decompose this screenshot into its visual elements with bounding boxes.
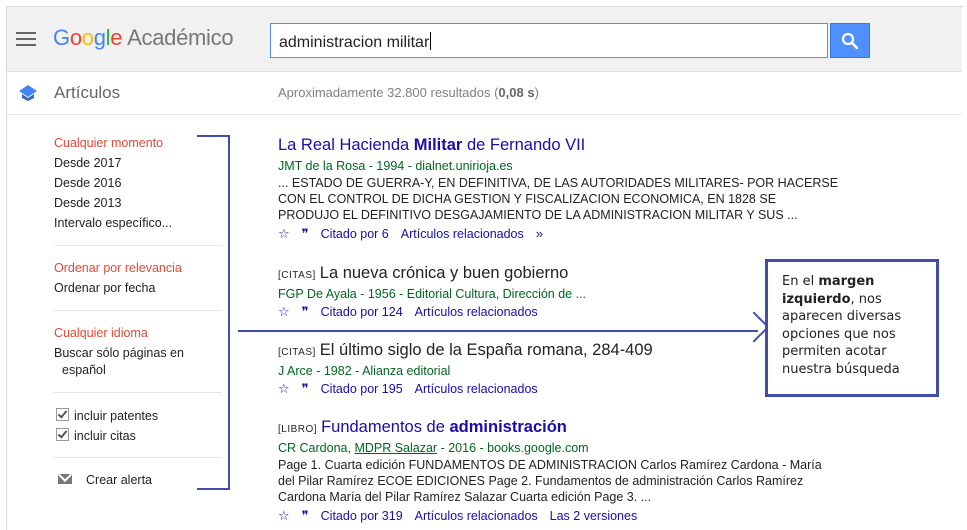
result-snippet: Page 1. Cuarta edición FUNDAMENTOS DE AD… (278, 457, 878, 505)
star-icon[interactable]: ☆ (278, 226, 290, 242)
related-articles-link[interactable]: Artículos relacionados (415, 305, 538, 319)
logo-letter: o (69, 25, 82, 50)
snippet-line: ... ESTADO DE GUERRA-Y, EN DEFINITIVA, D… (278, 175, 878, 191)
meta-author: CR Cardona, (278, 441, 355, 455)
create-alert-label: Crear alerta (86, 473, 152, 487)
snippet-text: del Pilar Ramírez ECOE EDICIONES Page 2.… (278, 474, 804, 488)
snippet-text: PRODUJO EL DEFINITIVO DESGAJAMIENTO DE L… (278, 208, 798, 222)
results-count-suffix: ) (534, 85, 539, 100)
result-item: La Real Hacienda Militar de Fernando VII… (278, 136, 878, 242)
quote-icon[interactable]: ❞ (302, 508, 309, 524)
result-actions: ☆ ❞ Citado por 6 Artículos relacionados » (278, 226, 878, 242)
result-title[interactable]: La Real Hacienda Militar de Fernando VII (278, 136, 878, 155)
logo-letter: e (110, 25, 123, 50)
filter-since-2013[interactable]: Desde 2013 (54, 196, 121, 210)
header: Google Académico administracion militar (7, 7, 962, 72)
create-alert-link[interactable]: Crear alerta (54, 473, 152, 487)
snippet-text: ... ESTADO DE GUERRA-Y, EN DEFINITIVA, D… (278, 176, 839, 190)
title-text: El último siglo de la España romana, 284… (319, 341, 653, 359)
filter-since-2017[interactable]: Desde 2017 (54, 156, 121, 170)
related-articles-link[interactable]: Artículos relacionados (415, 509, 538, 523)
search-icon (841, 32, 859, 50)
callout-text: En el (782, 274, 819, 289)
sort-by-relevance[interactable]: Ordenar por relevancia (54, 261, 182, 275)
star-icon[interactable]: ☆ (278, 381, 290, 397)
result-type-tag: [LIBRO] (278, 424, 318, 435)
section-label-articles[interactable]: Artículos (54, 83, 120, 103)
logo-letter: o (81, 25, 94, 50)
snippet-line: PRODUJO EL DEFINITIVO DESGAJAMIENTO DE L… (278, 207, 878, 223)
hamburger-menu-icon[interactable] (16, 32, 36, 46)
annotation-callout: En el margen izquierdo, nos aparecen div… (765, 259, 939, 397)
title-highlight: Militar (413, 136, 463, 154)
quote-icon[interactable]: ❞ (302, 381, 309, 397)
search-query-text: administracion militar (279, 34, 430, 51)
result-meta: JMT de la Rosa - 1994 - dialnet.unirioja… (278, 159, 513, 173)
filter-spanish-pages[interactable]: Buscar sólo páginas en (54, 346, 184, 360)
star-icon[interactable]: ☆ (278, 304, 290, 320)
results-time: 0,08 s (498, 85, 535, 100)
result-title[interactable]: [LIBRO] Fundamentos de administración (278, 418, 878, 437)
snippet-line: CON EL CONTROL DE DICHA GESTION Y FISCAL… (278, 191, 878, 207)
search-input[interactable]: administracion militar (270, 23, 828, 58)
star-icon[interactable]: ☆ (278, 508, 290, 524)
filter-spanish-pages-cont[interactable]: español (62, 363, 106, 377)
title-part: La Real Hacienda (278, 136, 414, 154)
result-meta: CR Cardona, MDPR Salazar - 2016 - books.… (278, 441, 878, 455)
checkbox-checked-icon (56, 408, 69, 421)
logo-letter: g (93, 25, 106, 50)
author-profile-link[interactable]: MDPR Salazar (354, 441, 437, 455)
filter-any-language[interactable]: Cualquier idioma (54, 326, 148, 340)
google-scholar-logo[interactable]: Google Académico (53, 25, 234, 51)
annotation-arrow-line (238, 330, 758, 332)
related-articles-link[interactable]: Artículos relacionados (415, 382, 538, 396)
cited-by-link[interactable]: Citado por 319 (321, 509, 403, 523)
result-item: [LIBRO] Fundamentos de administración CR … (278, 418, 878, 524)
include-patents-label: incluir patentes (74, 409, 159, 423)
result-snippet: ... ESTADO DE GUERRA-Y, EN DEFINITIVA, D… (278, 175, 878, 223)
title-part: Fundamentos de (321, 418, 450, 436)
sub-header: Artículos Aproximadamente 32.800 resulta… (7, 72, 962, 115)
search-button[interactable] (830, 23, 870, 58)
result-actions: ☆ ❞ Citado por 319 Artículos relacionados La… (278, 508, 878, 524)
more-chevron-icon[interactable]: » (536, 226, 543, 241)
filter-since-2016[interactable]: Desde 2016 (54, 176, 121, 190)
include-citations-checkbox[interactable]: incluir citas (56, 428, 136, 443)
title-part: de Fernando VII (462, 136, 586, 154)
cited-by-link[interactable]: Citado por 124 (321, 305, 403, 319)
snippet-line: Page 1. Cuarta edición FUNDAMENTOS DE AD… (278, 457, 878, 473)
graduation-cap-icon (19, 85, 37, 101)
text-caret (430, 32, 432, 50)
snippet-text: CON EL CONTROL DE DICHA GESTION Y FISCAL… (278, 192, 777, 206)
sort-by-date[interactable]: Ordenar por fecha (54, 281, 155, 295)
snippet-text: Page 1. Cuarta edición FUNDAMENTOS DE AD… (278, 458, 822, 472)
related-articles-link[interactable]: Artículos relacionados (401, 227, 524, 241)
result-type-tag: [CITAS] (278, 347, 316, 358)
logo-letter: G (53, 25, 70, 50)
checkbox-checked-icon (56, 428, 69, 441)
quote-icon[interactable]: ❞ (302, 226, 309, 242)
snippet-line: del Pilar Ramírez ECOE EDICIONES Page 2.… (278, 473, 878, 489)
annotation-bracket (197, 135, 230, 490)
results-count-text: Aproximadamente 32.800 resultados ( (278, 85, 499, 100)
snippet-line: Cardona María del Pilar Ramírez Salazar … (278, 489, 878, 505)
quote-icon[interactable]: ❞ (302, 304, 309, 320)
filter-any-time[interactable]: Cualquier momento (54, 136, 163, 150)
results-count: Aproximadamente 32.800 resultados (0,08 … (278, 85, 539, 100)
mail-icon (58, 474, 72, 484)
title-text: La nueva crónica y buen gobierno (319, 264, 569, 282)
cited-by-link[interactable]: Citado por 195 (321, 382, 403, 396)
result-type-tag: [CITAS] (278, 270, 316, 281)
include-patents-checkbox[interactable]: incluir patentes (56, 408, 158, 423)
filter-custom-range[interactable]: Intervalo específico... (54, 216, 172, 230)
snippet-text: Cardona María del Pilar Ramírez Salazar … (278, 490, 652, 504)
meta-source: - 2016 - books.google.com (437, 441, 589, 455)
include-citations-label: incluir citas (74, 429, 136, 443)
title-highlight: administración (449, 418, 567, 436)
cited-by-link[interactable]: Citado por 6 (321, 227, 389, 241)
logo-academico: Académico (127, 25, 234, 50)
all-versions-link[interactable]: Las 2 versiones (550, 509, 638, 523)
